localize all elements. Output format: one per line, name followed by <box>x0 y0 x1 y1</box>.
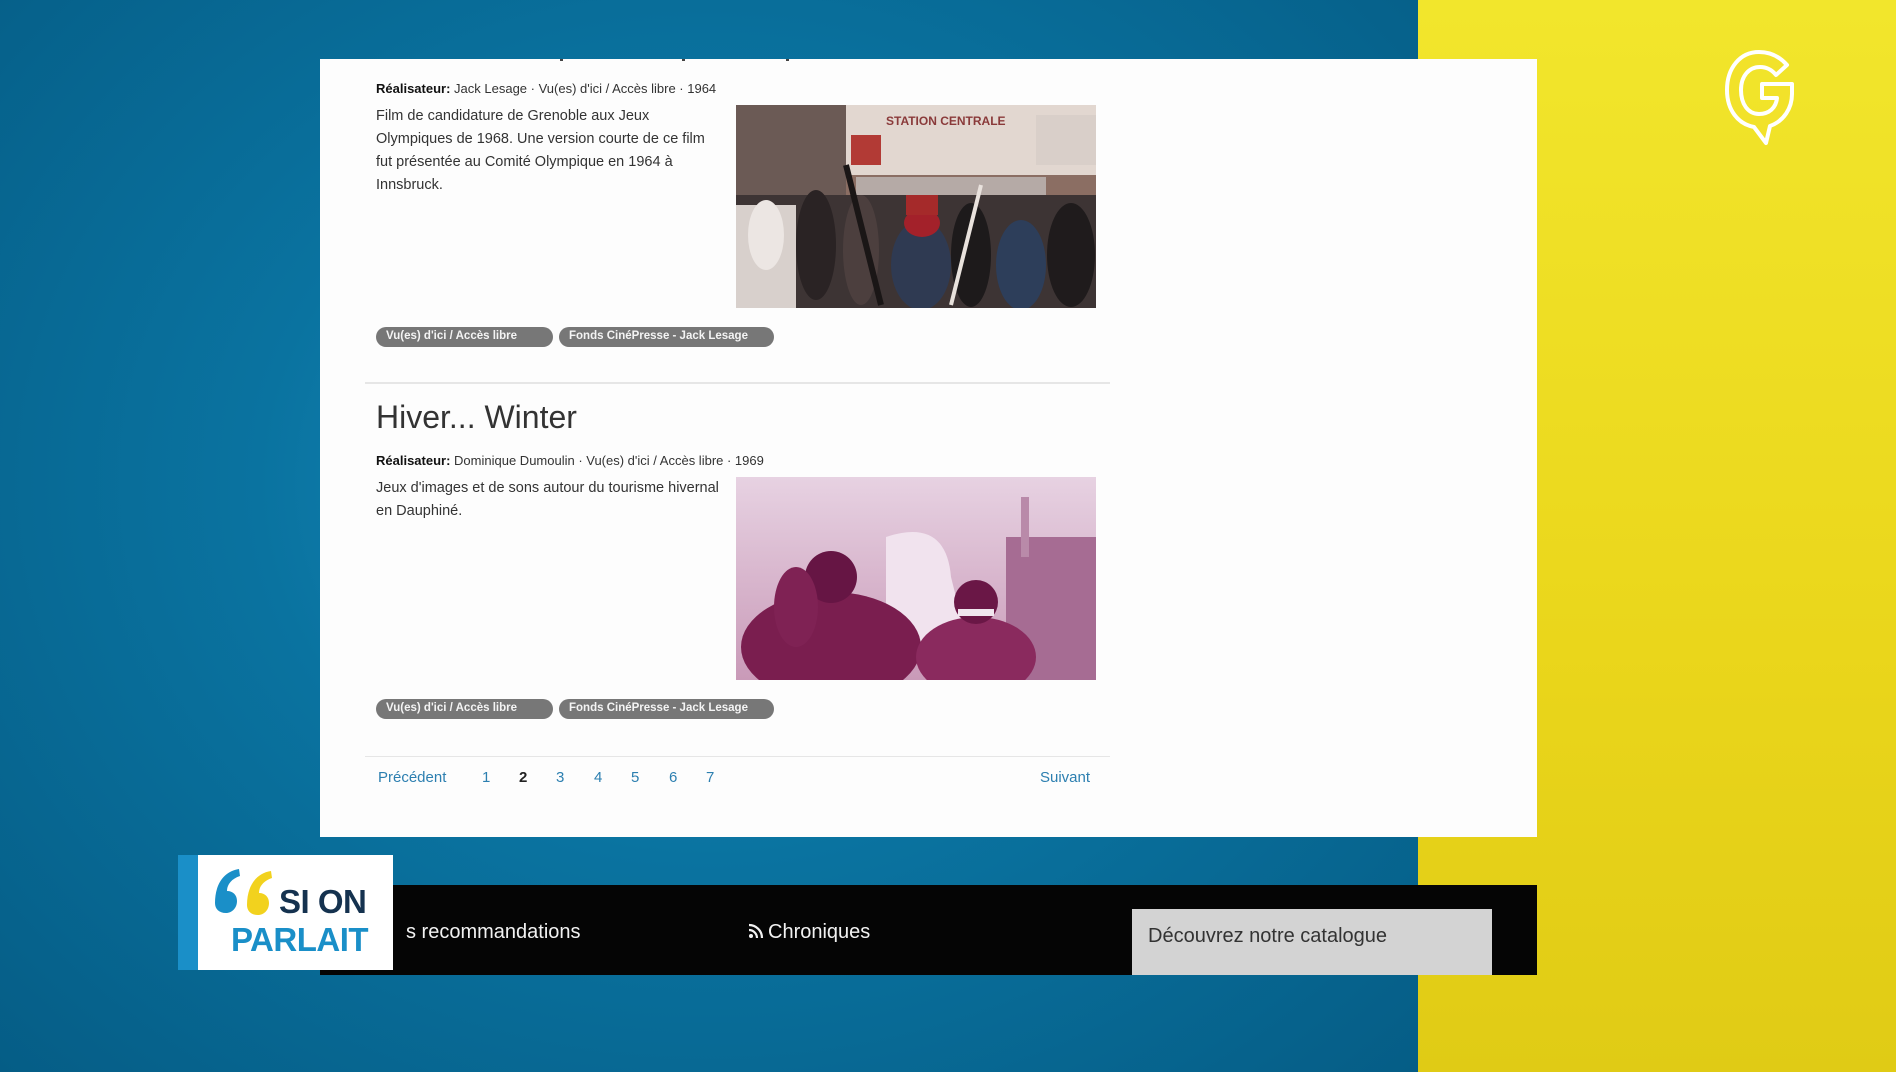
quote-marks-icon <box>215 869 272 915</box>
item1-tag-fonds[interactable]: Fonds CinéPresse - Jack Lesage <box>559 327 774 347</box>
show-logo-accent-bar <box>178 855 198 970</box>
item2-title[interactable]: Hiver... Winter <box>376 399 577 436</box>
footer-link-chronicles[interactable]: Chroniques <box>748 921 870 944</box>
channel-logo-icon <box>1725 50 1794 145</box>
catalogue-button[interactable]: Découvrez notre catalogue <box>1132 909 1492 975</box>
show-logo-line2: PARLAIT <box>231 921 369 958</box>
cropped-title-remnant <box>560 59 790 63</box>
item2-meta: Réalisateur: Dominique Dumoulin · Vu(es)… <box>376 453 764 468</box>
pagination-page-7[interactable]: 7 <box>706 769 714 786</box>
item1-tag-access[interactable]: Vu(es) d'ici / Accès libre <box>376 327 553 347</box>
pagination-page-2-current: 2 <box>519 769 528 786</box>
item1-meta: Réalisateur: Jack Lesage · Vu(es) d'ici … <box>376 81 717 96</box>
pagination-page-1[interactable]: 1 <box>482 769 490 786</box>
footer-link-recommendations[interactable]: s recommandations <box>406 921 581 944</box>
item2-description: Jeux d'images et de sons autour du touri… <box>376 480 719 519</box>
rss-icon <box>748 923 764 939</box>
pagination-page-3[interactable]: 3 <box>556 769 564 786</box>
pagination-previous[interactable]: Précédent <box>378 769 446 786</box>
show-logo-line1: SI ON <box>279 883 367 920</box>
pagination-page-5[interactable]: 5 <box>631 769 639 786</box>
catalogue-page: Réalisateur: Jack Lesage · Vu(es) d'ici … <box>320 59 1537 837</box>
show-logo: SI ON PARLAIT <box>178 855 393 970</box>
item1-photo-sign: STATION CENTRALE <box>886 114 1006 128</box>
item1-description: Film de candidature de Grenoble aux Jeux… <box>376 108 705 193</box>
pagination-next[interactable]: Suivant <box>1040 769 1090 786</box>
pagination-divider <box>365 756 1110 757</box>
pagination-page-6[interactable]: 6 <box>669 769 677 786</box>
item-divider <box>365 382 1110 384</box>
site-footer: s recommandations Chroniques Découvrez n… <box>320 885 1537 975</box>
item1-thumbnail[interactable]: STATION CENTRALE <box>736 105 1096 308</box>
item2-tag-fonds[interactable]: Fonds CinéPresse - Jack Lesage <box>559 699 774 719</box>
item2-thumbnail[interactable] <box>736 477 1096 680</box>
pagination-page-4[interactable]: 4 <box>594 769 602 786</box>
item2-tag-access[interactable]: Vu(es) d'ici / Accès libre <box>376 699 553 719</box>
